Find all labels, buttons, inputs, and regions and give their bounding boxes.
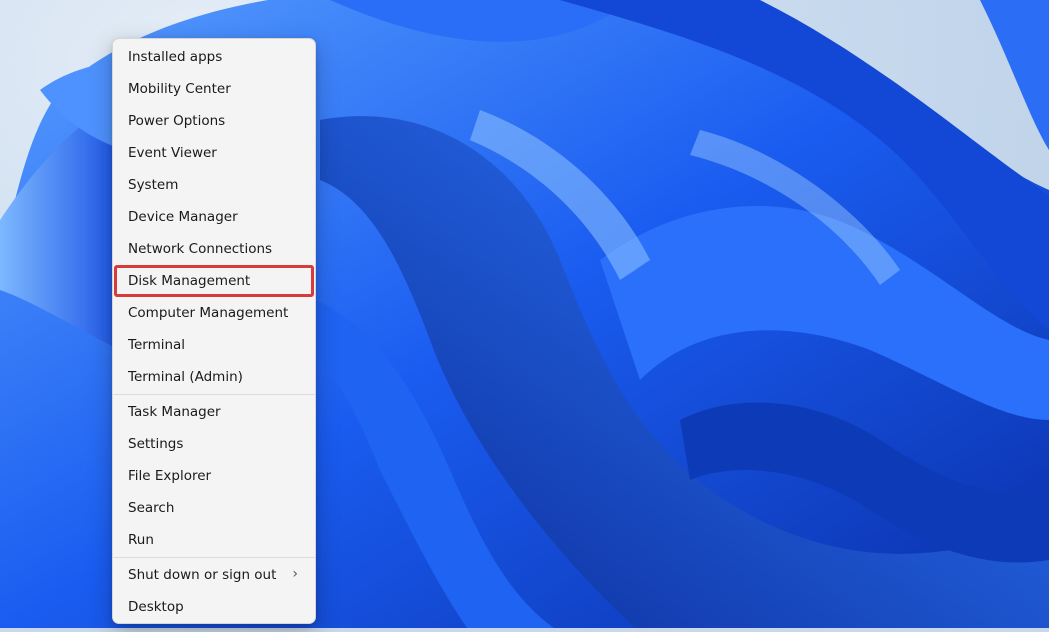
menu-item-label: Run bbox=[128, 532, 154, 548]
menu-separator bbox=[113, 557, 315, 558]
menu-item-label: Power Options bbox=[128, 113, 226, 129]
menu-item-label: Computer Management bbox=[128, 305, 289, 321]
menu-item-shut-down-or-sign-out[interactable]: Shut down or sign out › bbox=[116, 559, 312, 591]
menu-item-label: Installed apps bbox=[128, 49, 223, 65]
menu-item-power-options[interactable]: Power Options bbox=[116, 105, 312, 137]
menu-item-file-explorer[interactable]: File Explorer bbox=[116, 460, 312, 492]
menu-item-label: Mobility Center bbox=[128, 81, 231, 97]
menu-item-label: Settings bbox=[128, 436, 184, 452]
menu-item-label: Search bbox=[128, 500, 175, 516]
menu-item-label: Task Manager bbox=[128, 404, 221, 420]
menu-item-label: Disk Management bbox=[128, 273, 251, 289]
menu-item-label: Device Manager bbox=[128, 209, 238, 225]
chevron-right-icon: › bbox=[292, 566, 298, 582]
menu-item-installed-apps[interactable]: Installed apps bbox=[116, 41, 312, 73]
menu-item-network-connections[interactable]: Network Connections bbox=[116, 233, 312, 265]
menu-item-label: Terminal (Admin) bbox=[128, 369, 243, 385]
menu-item-search[interactable]: Search bbox=[116, 492, 312, 524]
menu-item-desktop[interactable]: Desktop bbox=[116, 591, 312, 623]
menu-item-label: File Explorer bbox=[128, 468, 212, 484]
menu-item-terminal[interactable]: Terminal bbox=[116, 329, 312, 361]
menu-item-settings[interactable]: Settings bbox=[116, 428, 312, 460]
menu-item-run[interactable]: Run bbox=[116, 524, 312, 556]
menu-item-system[interactable]: System bbox=[116, 169, 312, 201]
menu-item-label: Event Viewer bbox=[128, 145, 217, 161]
menu-item-label: Desktop bbox=[128, 599, 184, 615]
menu-item-device-manager[interactable]: Device Manager bbox=[116, 201, 312, 233]
menu-item-label: Shut down or sign out bbox=[128, 567, 277, 583]
menu-item-event-viewer[interactable]: Event Viewer bbox=[116, 137, 312, 169]
menu-item-label: Terminal bbox=[128, 337, 186, 353]
menu-item-task-manager[interactable]: Task Manager bbox=[116, 396, 312, 428]
menu-item-mobility-center[interactable]: Mobility Center bbox=[116, 73, 312, 105]
menu-item-disk-management[interactable]: Disk Management bbox=[114, 265, 314, 297]
menu-item-computer-management[interactable]: Computer Management bbox=[116, 297, 312, 329]
menu-item-label: Network Connections bbox=[128, 241, 273, 257]
menu-item-terminal-admin[interactable]: Terminal (Admin) bbox=[116, 361, 312, 393]
menu-item-label: System bbox=[128, 177, 179, 193]
menu-separator bbox=[113, 394, 315, 395]
quick-link-menu: Installed apps Mobility Center Power Optio… bbox=[112, 38, 316, 624]
